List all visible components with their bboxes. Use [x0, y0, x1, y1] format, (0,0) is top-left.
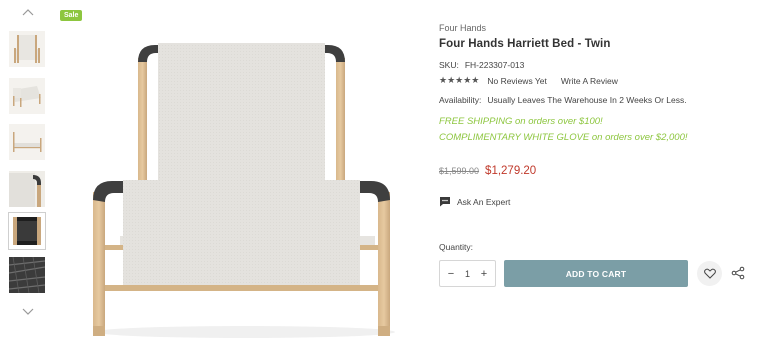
- thumbnail-bed-angled-view[interactable]: [9, 78, 45, 114]
- rating-row: ★★★★★ No Reviews Yet Write A Review: [439, 75, 618, 86]
- availability-value: Usually Leaves The Warehouse In 2 Weeks …: [487, 95, 687, 105]
- share-icon[interactable]: [731, 266, 745, 280]
- thumbnail-bed-corner-closeup[interactable]: [9, 171, 45, 207]
- price-row: $1,599.00 $1,279.20: [439, 165, 536, 177]
- promo-free-shipping: FREE SHIPPING on orders over $100!: [439, 116, 603, 127]
- availability-row: Availability: Usually Leaves The Warehous…: [439, 95, 687, 105]
- sku-row: SKU: FH-223307-013: [439, 60, 524, 70]
- thumbnail-bed-side-view[interactable]: [9, 124, 45, 160]
- quantity-decrease-button[interactable]: −: [446, 268, 456, 280]
- product-brand[interactable]: Four Hands: [439, 23, 486, 33]
- wishlist-button[interactable]: [697, 261, 722, 286]
- availability-label: Availability:: [439, 95, 482, 105]
- chat-bubble-icon: [440, 197, 450, 207]
- chevron-down-icon[interactable]: [20, 305, 36, 317]
- main-product-image[interactable]: [60, 0, 430, 344]
- thumbnail-bed-front-view[interactable]: [9, 31, 45, 67]
- ask-expert-link[interactable]: Ask An Expert: [439, 196, 510, 207]
- thumbnail-fabric-swatch-closeup[interactable]: [9, 257, 45, 293]
- sale-price: $1,279.20: [485, 165, 537, 177]
- sale-badge: Sale: [60, 10, 83, 21]
- sku-label: SKU:: [439, 60, 459, 70]
- add-to-cart-button[interactable]: ADD TO CART: [504, 260, 688, 287]
- sku-value: FH-223307-013: [464, 60, 525, 70]
- original-price: $1,599.00: [439, 166, 480, 176]
- thumbnail-rail: [0, 0, 56, 344]
- rating-stars-icon: ★★★★★: [439, 75, 480, 85]
- ask-expert-label: Ask An Expert: [457, 196, 511, 207]
- promo-white-glove: COMPLIMENTARY WHITE GLOVE on orders over…: [439, 132, 688, 143]
- write-review-link[interactable]: Write A Review: [561, 76, 618, 86]
- quantity-increase-button[interactable]: +: [479, 268, 489, 280]
- quantity-label: Quantity:: [439, 242, 474, 252]
- product-title: Four Hands Harriett Bed - Twin: [439, 38, 611, 50]
- quantity-value[interactable]: 1: [465, 269, 470, 279]
- thumbnail-bed-frame-closeup[interactable]: [8, 212, 46, 250]
- heart-icon: [703, 268, 716, 279]
- chevron-up-icon[interactable]: [20, 6, 36, 18]
- no-reviews-text: No Reviews Yet: [487, 75, 547, 86]
- quantity-stepper: − 1 +: [439, 260, 496, 287]
